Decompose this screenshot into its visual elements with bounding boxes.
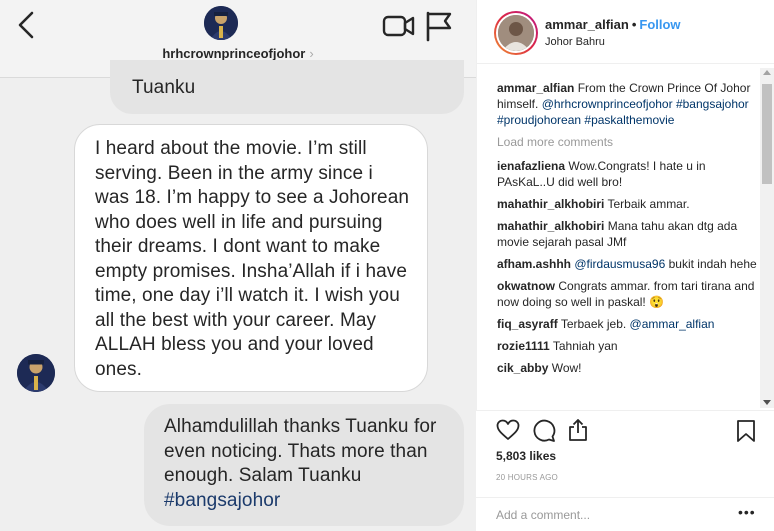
comment-username[interactable]: mahathir_alkhobiri <box>497 219 604 233</box>
flag-icon[interactable] <box>424 10 454 42</box>
add-comment-input[interactable] <box>496 508 716 522</box>
likes-count[interactable]: 5,803 likes <box>496 449 556 463</box>
message-bubble-outgoing: Tuanku <box>110 60 464 114</box>
comment-icon[interactable] <box>532 419 556 443</box>
comment-row: fiq_asyraff Terbaek jeb. @ammar_alfian <box>497 316 759 332</box>
crown-prince-avatar-image <box>204 6 238 40</box>
scrollbar-thumb[interactable] <box>762 84 772 184</box>
share-icon[interactable] <box>567 418 589 442</box>
comments-list: ammar_alfian From the Crown Prince Of Jo… <box>497 80 759 410</box>
comment-text: bukit indah hehe <box>668 257 757 271</box>
message-bubble-outgoing: Alhamdulillah thanks Tuanku for even not… <box>144 404 464 526</box>
post-location[interactable]: Johor Bahru <box>545 36 605 48</box>
comment-row: cik_abby Wow! <box>497 360 759 376</box>
scroll-down-arrow-icon[interactable] <box>763 400 771 405</box>
post-actions: 5,803 likes 20 HOURS AGO ••• <box>476 410 774 531</box>
post-author-line: ammar_alfian • Follow <box>545 17 681 32</box>
dm-username-text: hrhcrownprinceofjohor <box>162 46 306 61</box>
back-arrow-icon[interactable] <box>14 10 38 40</box>
caption-mention[interactable]: @hrhcrownprinceofjohor <box>542 97 673 111</box>
comment-row: okwatnow Congrats ammar. from tari tiran… <box>497 278 759 310</box>
crown-prince-avatar-image <box>17 354 55 392</box>
dm-header-avatar[interactable] <box>204 6 238 40</box>
comment-username[interactable]: ammar_alfian <box>497 81 574 95</box>
comment-row: mahathir_alkhobiri Mana tahu akan dtg ad… <box>497 218 759 250</box>
post-author-avatar[interactable] <box>496 13 536 53</box>
sender-avatar[interactable] <box>17 354 55 392</box>
comment-text: Wow! <box>551 361 582 375</box>
post-timestamp: 20 HOURS AGO <box>496 473 558 482</box>
comment-mention[interactable]: @ammar_alfian <box>630 317 715 331</box>
comment-row: ienafazliena Wow.Congrats! I hate u in P… <box>497 158 759 190</box>
comment-row: mahathir_alkhobiri Terbaik ammar. <box>497 196 759 212</box>
comment-username[interactable]: ienafazliena <box>497 159 565 173</box>
dm-conversation: hrhcrownprinceofjohor › Tuanku I heard ab… <box>0 0 476 531</box>
message-text: Alhamdulillah thanks Tuanku for even not… <box>164 416 437 486</box>
comment-username[interactable]: okwatnow <box>497 279 555 293</box>
caption: ammar_alfian From the Crown Prince Of Jo… <box>497 80 759 128</box>
separator-dot: • <box>631 17 637 32</box>
story-ring[interactable] <box>494 11 538 55</box>
comment-mention[interactable]: @firdausmusa96 <box>574 257 665 271</box>
screenshot-root: hrhcrownprinceofjohor › Tuanku I heard ab… <box>0 0 774 531</box>
load-more-comments-button[interactable]: Load more comments <box>497 134 759 150</box>
comment-text: Tahniah yan <box>552 339 618 353</box>
author-avatar-image <box>498 15 534 51</box>
add-comment-bar: ••• <box>476 497 774 531</box>
comment-text: Terbaek jeb. <box>560 317 627 331</box>
bookmark-icon[interactable] <box>736 419 756 443</box>
follow-button[interactable]: Follow <box>639 17 680 32</box>
message-bubble-incoming: I heard about the movie. I’m still servi… <box>74 124 428 392</box>
comment-username[interactable]: mahathir_alkhobiri <box>497 197 604 211</box>
message-text: I heard about the movie. I’m still servi… <box>95 138 410 380</box>
message-text: Tuanku <box>132 77 196 98</box>
post-author-username[interactable]: ammar_alfian <box>545 17 629 32</box>
comment-username[interactable]: afham.ashhh <box>497 257 571 271</box>
message-hashtag[interactable]: #bangsajohor <box>164 490 280 511</box>
comments-scrollbar[interactable] <box>760 68 774 408</box>
comment-username[interactable]: rozie1111 <box>497 339 550 353</box>
heart-icon[interactable] <box>496 419 520 441</box>
comment-text: Terbaik ammar. <box>607 197 690 211</box>
comment-row: afham.ashhh @firdausmusa96 bukit indah h… <box>497 256 759 272</box>
scroll-up-arrow-icon[interactable] <box>763 70 771 75</box>
comment-row: rozie1111 Tahniah yan <box>497 338 759 354</box>
video-camera-icon[interactable] <box>382 12 416 40</box>
post-header: ammar_alfian • Follow Johor Bahru <box>477 0 774 64</box>
dm-username[interactable]: hrhcrownprinceofjohor › <box>0 46 476 61</box>
comment-username[interactable]: fiq_asyraff <box>497 317 558 331</box>
more-options-icon[interactable]: ••• <box>738 504 756 520</box>
chevron-right-icon: › <box>309 46 314 61</box>
comment-username[interactable]: cik_abby <box>497 361 548 375</box>
